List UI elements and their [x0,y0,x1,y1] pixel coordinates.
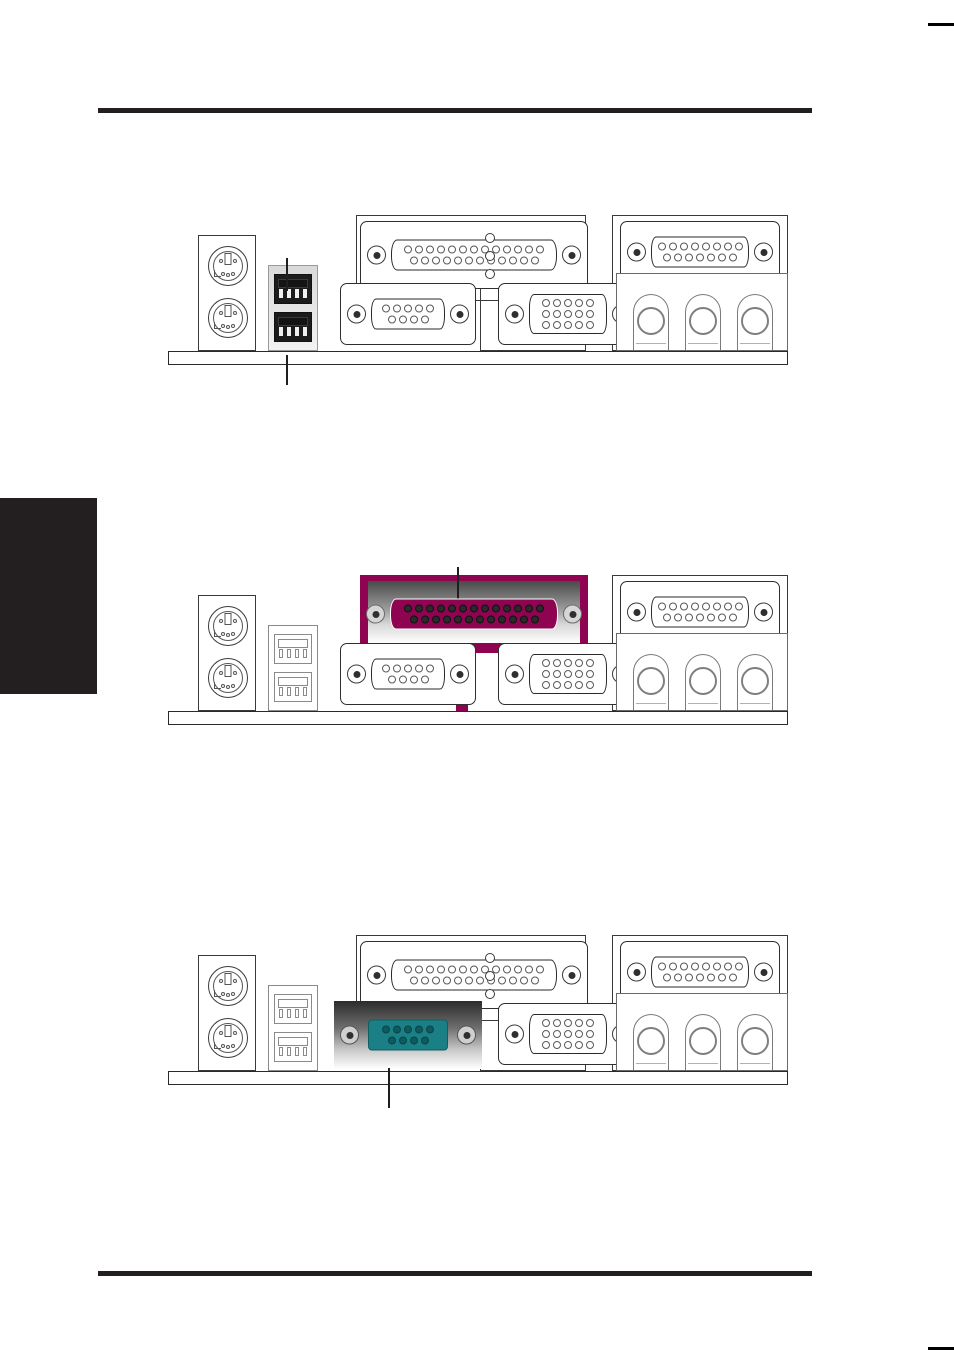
panel-baseplate [168,1071,788,1085]
usb-port-icon [268,625,318,711]
rear-panel-diagram-usb [168,215,788,365]
audio-jack-icon [685,294,721,350]
audio-jack-icon [737,294,773,350]
serial-port-icon [340,643,476,705]
ps2-port-icon [208,1018,248,1058]
rear-panel-diagram-parallel [168,575,788,725]
ps2-port-block [198,595,256,711]
usb-port-icon [268,985,318,1071]
ps2-port-block [198,235,256,351]
audio-jack-icon [685,1014,721,1070]
ps2-port-icon [208,246,248,286]
serial-port-icon [340,283,476,345]
audio-jack-icon [737,654,773,710]
audio-jack-icon [737,1014,773,1070]
footer-rule [98,1271,812,1276]
crop-mark-top-right [928,23,954,26]
audio-jack-block [616,993,788,1071]
ps2-port-icon [208,658,248,698]
parallel-port-icon [360,941,588,1009]
serial-leader-line-bottom [388,1068,391,1108]
audio-jack-icon [633,294,669,350]
audio-jack-icon [633,1014,669,1070]
parallel-port-icon [360,575,588,653]
parallel-port-icon [360,221,588,289]
header-rule [98,108,812,113]
usb-leader-line-top [286,258,289,291]
serial-port-icon [334,1001,482,1069]
ps2-port-icon [208,966,248,1006]
audio-jack-icon [685,654,721,710]
usb-leader-line-bottom [286,355,289,385]
panel-baseplate [168,351,788,365]
ps2-port-icon [208,606,248,646]
led-indicator-icon [484,229,500,295]
panel-baseplate [168,711,788,725]
chapter-tab-marker [0,498,97,694]
audio-jack-icon [633,654,669,710]
crop-mark-bottom-right [928,1347,954,1350]
audio-jack-block [616,633,788,711]
rear-panel-diagram-serial [168,935,788,1085]
usb-port-icon [268,265,318,351]
ps2-port-icon [208,298,248,338]
audio-jack-block [616,273,788,351]
led-indicator-icon [484,949,500,1015]
ps2-port-block [198,955,256,1071]
